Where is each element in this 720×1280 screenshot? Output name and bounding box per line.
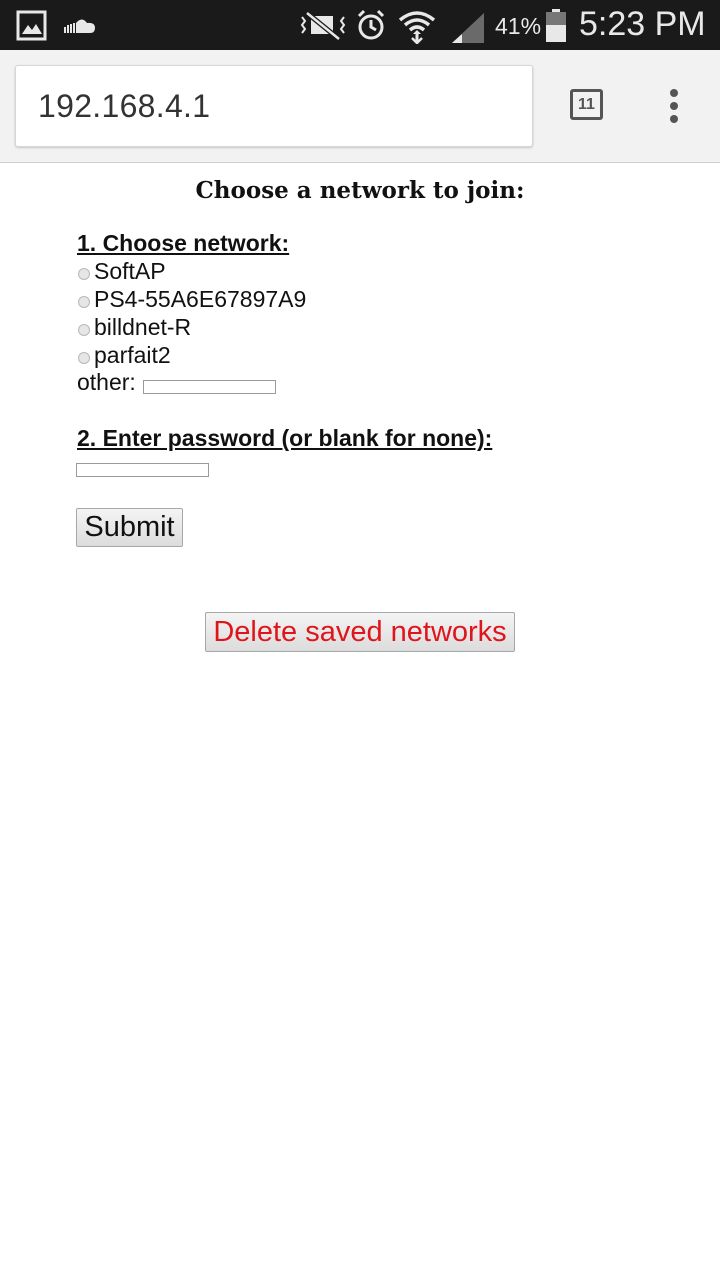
network-option[interactable]: parfait2 bbox=[78, 342, 171, 369]
tab-switcher-button[interactable]: 11 bbox=[570, 89, 603, 120]
url-text: 192.168.4.1 bbox=[38, 88, 211, 124]
radio-button[interactable] bbox=[78, 267, 90, 280]
network-name: PS4-55A6E67897A9 bbox=[94, 286, 307, 312]
cloud-icon bbox=[64, 19, 95, 33]
other-network-label: other: bbox=[77, 369, 136, 395]
page-title: Choose a network to join: bbox=[195, 177, 525, 204]
mute-icon bbox=[300, 11, 346, 41]
clock: 5:23 PM bbox=[579, 5, 706, 43]
overflow-menu-button[interactable] bbox=[662, 86, 686, 126]
menu-dot-icon bbox=[670, 115, 678, 123]
password-heading: 2. Enter password (or blank for none): bbox=[77, 425, 493, 451]
delete-saved-networks-button[interactable]: Delete saved networks bbox=[205, 612, 515, 652]
url-bar[interactable]: 192.168.4.1 bbox=[15, 65, 533, 147]
battery-icon bbox=[546, 9, 566, 42]
network-option[interactable]: PS4-55A6E67897A9 bbox=[78, 286, 306, 313]
network-name: SoftAP bbox=[94, 258, 166, 284]
network-name: parfait2 bbox=[94, 342, 171, 368]
radio-button[interactable] bbox=[78, 351, 90, 364]
network-option[interactable]: billdnet-R bbox=[78, 314, 191, 341]
menu-dot-icon bbox=[670, 89, 678, 97]
radio-button[interactable] bbox=[78, 295, 90, 308]
wifi-icon bbox=[398, 11, 436, 44]
network-option[interactable]: SoftAP bbox=[78, 258, 166, 285]
browser-toolbar: 192.168.4.1 11 bbox=[0, 50, 720, 163]
radio-button[interactable] bbox=[78, 323, 90, 336]
tab-count: 11 bbox=[578, 95, 595, 113]
gallery-icon bbox=[16, 10, 47, 41]
choose-network-heading: 1. Choose network: bbox=[77, 230, 290, 256]
status-bar: 41% 5:23 PM bbox=[0, 0, 720, 50]
signal-icon bbox=[452, 13, 484, 43]
menu-dot-icon bbox=[670, 102, 678, 110]
password-input[interactable] bbox=[76, 463, 209, 477]
battery-percent: 41% bbox=[495, 13, 542, 39]
submit-button[interactable]: Submit bbox=[76, 508, 183, 547]
other-network-input[interactable] bbox=[143, 380, 276, 394]
alarm-icon bbox=[357, 9, 385, 40]
network-name: billdnet-R bbox=[94, 314, 192, 340]
